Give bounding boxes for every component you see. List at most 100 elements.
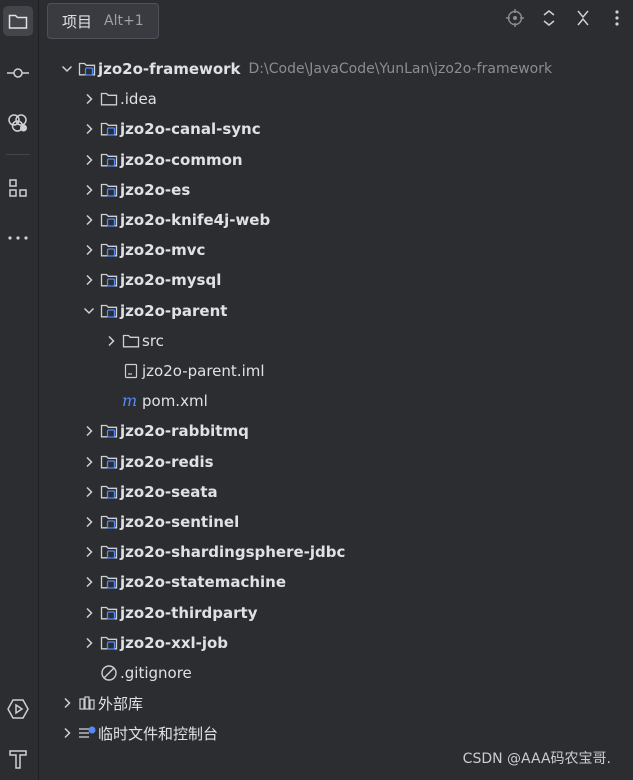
chevron-right-icon[interactable] <box>82 515 96 529</box>
module-folder-icon <box>100 543 118 561</box>
folder-icon <box>100 90 118 108</box>
chevron-right-icon[interactable] <box>104 334 118 348</box>
tooltip-shortcut: Alt+1 <box>104 13 144 29</box>
tree-row-label: jzo2o-common <box>120 150 243 169</box>
tree-row[interactable]: 外部库 <box>38 688 633 718</box>
tree-row[interactable]: .idea <box>38 84 633 114</box>
tree-row-label: jzo2o-seata <box>120 482 218 501</box>
tree-row-label: .gitignore <box>120 664 192 682</box>
tree-row[interactable]: jzo2o-knife4j-web <box>38 205 633 235</box>
chevron-down-icon[interactable] <box>82 304 96 318</box>
module-folder-icon <box>100 302 118 320</box>
chevron-right-icon[interactable] <box>82 636 96 650</box>
tree-row[interactable]: 临时文件和控制台 <box>38 718 633 748</box>
tree-row-label: jzo2o-canal-sync <box>120 120 261 139</box>
module-folder-icon <box>100 422 118 440</box>
tree-row[interactable]: jzo2o-parent.iml <box>38 356 633 386</box>
run-icon[interactable] <box>3 694 33 724</box>
tree-row[interactable]: jzo2o-common <box>38 145 633 175</box>
tree-row[interactable]: m pom.xml <box>38 386 633 416</box>
tree-row[interactable]: jzo2o-mysql <box>38 265 633 295</box>
tree-row-label: jzo2o-knife4j-web <box>120 211 271 229</box>
module-folder-icon <box>100 271 118 289</box>
tree-row-label: jzo2o-es <box>120 180 191 199</box>
chevron-right-icon[interactable] <box>82 213 96 227</box>
tree-row[interactable]: jzo2o-mvc <box>38 235 633 265</box>
svg-text:m: m <box>122 393 137 409</box>
tree-row[interactable]: jzo2o-canal-sync <box>38 114 633 144</box>
tree-row-label: jzo2o-xxl-job <box>120 633 229 652</box>
tree-row[interactable]: jzo2o-redis <box>38 447 633 477</box>
locate-icon[interactable] <box>505 8 525 28</box>
module-folder-icon <box>100 151 118 169</box>
chevron-right-icon[interactable] <box>82 606 96 620</box>
scratch-icon <box>78 724 96 742</box>
tree-row-label: jzo2o-statemachine <box>120 573 287 592</box>
iml-file-icon <box>122 362 140 380</box>
chevron-right-icon[interactable] <box>82 485 96 499</box>
chevron-right-icon[interactable] <box>60 726 74 740</box>
project-icon[interactable] <box>3 6 33 36</box>
chevron-right-icon[interactable] <box>82 92 96 106</box>
tooltip-label: 项目 <box>62 12 93 31</box>
sidebar-separator <box>6 154 30 155</box>
tree-row-label: jzo2o-framework <box>98 60 241 78</box>
library-icon <box>78 694 96 712</box>
tool-window-bar <box>0 0 39 780</box>
watermark-text: CSDN @AAA码农宝哥. <box>458 746 615 770</box>
tree-row[interactable]: jzo2o-statemachine <box>38 567 633 597</box>
tree-row[interactable]: jzo2o-parent <box>38 296 633 326</box>
close-icon[interactable] <box>573 8 593 28</box>
tree-row[interactable]: jzo2o-sentinel <box>38 507 633 537</box>
module-folder-icon <box>100 211 118 229</box>
plugins-icon[interactable] <box>3 108 33 138</box>
tree-row[interactable]: src <box>38 326 633 356</box>
chevron-right-icon[interactable] <box>82 455 96 469</box>
chevron-right-icon[interactable] <box>82 243 96 257</box>
module-folder-icon <box>100 604 118 622</box>
module-folder-icon <box>100 120 118 138</box>
tree-row-label: 外部库 <box>98 694 144 713</box>
chevron-right-icon[interactable] <box>82 424 96 438</box>
tree-row-label: jzo2o-mysql <box>120 271 222 290</box>
tree-row-label: jzo2o-thirdparty <box>120 603 258 622</box>
module-folder-icon <box>78 60 96 78</box>
folder-icon <box>122 332 140 350</box>
chevron-right-icon[interactable] <box>82 545 96 559</box>
chevron-right-icon[interactable] <box>82 575 96 589</box>
tree-row[interactable]: jzo2o-xxl-job <box>38 628 633 658</box>
structure-icon[interactable] <box>3 173 33 203</box>
tree-row[interactable]: jzo2o-rabbitmq <box>38 416 633 446</box>
gitignore-icon <box>100 664 118 682</box>
chevron-right-icon[interactable] <box>82 273 96 287</box>
project-tooltip: 项目 Alt+1 <box>47 3 159 39</box>
chevron-right-icon[interactable] <box>82 122 96 136</box>
tree-row[interactable]: jzo2o-seata <box>38 477 633 507</box>
chevron-right-icon[interactable] <box>60 696 74 710</box>
maven-pom-icon: m <box>122 392 140 410</box>
module-folder-icon <box>100 634 118 652</box>
header-actions <box>505 8 627 28</box>
tree-row-label: pom.xml <box>142 392 208 411</box>
tree-row[interactable]: .gitignore <box>38 658 633 688</box>
options-icon[interactable] <box>607 8 627 28</box>
chevron-right-icon[interactable] <box>82 183 96 197</box>
tree-row[interactable]: jzo2o-es <box>38 175 633 205</box>
tree-row-label: jzo2o-sentinel <box>120 513 240 531</box>
build-icon[interactable] <box>3 744 33 774</box>
chevron-down-icon[interactable] <box>60 62 74 76</box>
tree-row[interactable]: jzo2o-framework D:\Code\JavaCode\YunLan\j… <box>38 54 633 84</box>
chevron-right-icon[interactable] <box>82 153 96 167</box>
more-icon[interactable] <box>3 223 33 253</box>
tree-row-label: 临时文件和控制台 <box>98 724 219 743</box>
project-path: D:\Code\JavaCode\YunLan\jzo2o-framework <box>248 61 553 77</box>
expand-collapse-icon[interactable] <box>539 8 559 28</box>
tree-row[interactable]: jzo2o-thirdparty <box>38 598 633 628</box>
tree-row-label: src <box>142 331 164 350</box>
commit-icon[interactable] <box>3 58 33 88</box>
module-folder-icon <box>100 513 118 531</box>
tree-row[interactable]: jzo2o-shardingsphere-jdbc <box>38 537 633 567</box>
tree-row-label: jzo2o-parent <box>120 301 228 320</box>
